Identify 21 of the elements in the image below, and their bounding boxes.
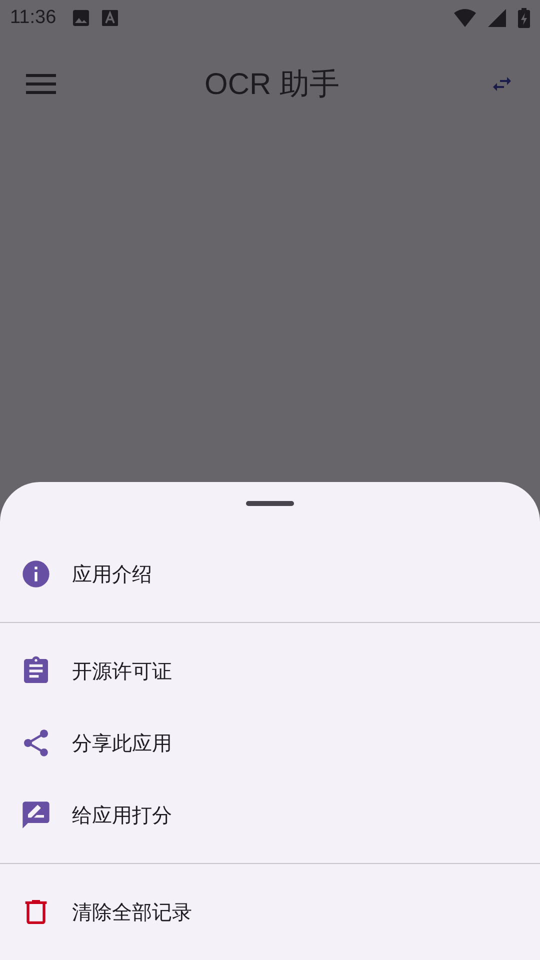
menu-item[interactable]: 给应用打分 xyxy=(0,779,540,851)
menu-icon[interactable] xyxy=(26,73,56,95)
menu-item-label: 给应用打分 xyxy=(72,802,172,828)
battery-icon xyxy=(518,8,530,28)
menu-item[interactable]: 清除全部记录 xyxy=(0,876,540,948)
rate-review-icon xyxy=(20,799,52,831)
signal-icon xyxy=(488,9,506,27)
image-icon xyxy=(72,9,90,27)
menu-item[interactable]: 分享此应用 xyxy=(0,707,540,779)
menu-item[interactable]: 开源许可证 xyxy=(0,635,540,707)
menu-item-label: 清除全部记录 xyxy=(72,898,192,926)
status-time: 11:36 xyxy=(10,7,56,29)
wifi-icon xyxy=(454,9,476,27)
info-icon xyxy=(20,558,52,590)
menu-item[interactable]: 应用介绍 xyxy=(0,538,540,610)
menu-item-label: 分享此应用 xyxy=(72,730,172,756)
app-title: OCR 助手 xyxy=(204,66,340,102)
menu-item-label: 应用介绍 xyxy=(72,560,152,588)
menu-item-label: 开源许可证 xyxy=(72,658,172,684)
drag-handle[interactable] xyxy=(246,501,294,506)
notification-icon xyxy=(102,10,118,26)
